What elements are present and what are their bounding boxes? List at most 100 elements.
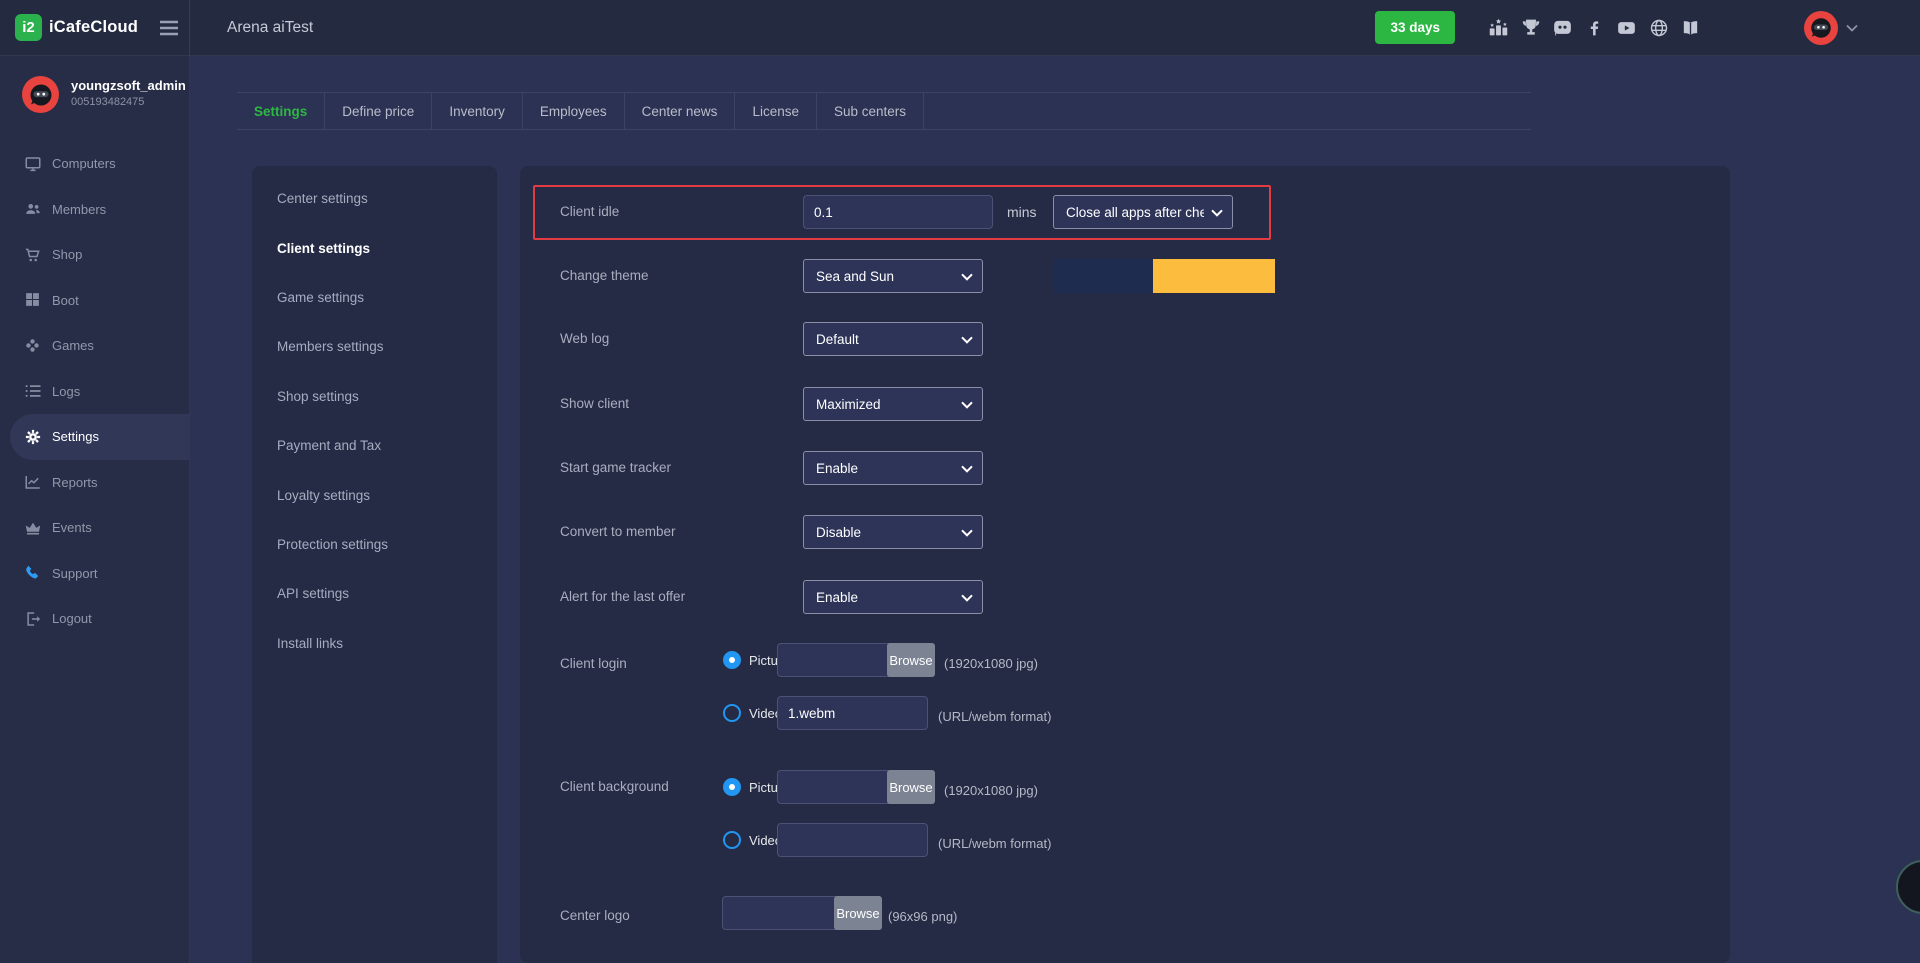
selected-option: Enable — [816, 590, 858, 605]
sidebar-item-logs[interactable]: Logs — [0, 369, 189, 415]
web-log-select[interactable]: Default — [803, 322, 983, 356]
sidebar-item-members[interactable]: Members — [0, 187, 189, 233]
tab-define-price[interactable]: Define price — [325, 93, 432, 129]
convert-to-member-select[interactable]: Disable — [803, 515, 983, 549]
show-client-label: Show client — [560, 396, 629, 411]
chat-widget-collapse-button[interactable]: ‹ — [1896, 860, 1920, 914]
sidebar-item-label: Settings — [52, 429, 99, 444]
gamepad-icon — [24, 337, 42, 355]
alert-last-offer-select[interactable]: Enable — [803, 580, 983, 614]
submenu-payment-and-tax[interactable]: Payment and Tax — [252, 421, 497, 470]
client-login-picture-file-input[interactable]: Browse — [777, 643, 935, 677]
sidebar-user-block: youngzsoft_admin 005193482475 — [0, 56, 189, 130]
user-menu-chevron-icon[interactable] — [1846, 24, 1858, 32]
client-idle-label: Client idle — [560, 204, 619, 219]
sidebar-item-label: Boot — [52, 293, 79, 308]
submenu-center-settings[interactable]: Center settings — [252, 174, 497, 223]
cart-icon — [24, 246, 42, 264]
client-background-label: Client background — [560, 779, 669, 794]
page-title: Arena aiTest — [190, 19, 313, 37]
client-background-picture-browse-button[interactable]: Browse — [887, 770, 935, 804]
user-avatar[interactable] — [1804, 11, 1838, 45]
sidebar-item-label: Shop — [52, 247, 82, 262]
client-login-label: Client login — [560, 656, 627, 671]
trophy-icon[interactable] — [1520, 17, 1541, 38]
show-client-select[interactable]: Maximized — [803, 387, 983, 421]
submenu-api-settings[interactable]: API settings — [252, 569, 497, 618]
youtube-icon[interactable] — [1616, 17, 1637, 38]
sidebar-item-games[interactable]: Games — [0, 323, 189, 369]
guide-book-icon[interactable] — [1680, 17, 1701, 38]
chevron-down-icon — [961, 401, 973, 409]
selected-option: Maximized — [816, 397, 881, 412]
tab-license[interactable]: License — [735, 93, 817, 129]
sidebar-item-computers[interactable]: Computers — [0, 141, 189, 187]
chevron-down-icon — [961, 273, 973, 281]
client-login-video-input[interactable] — [777, 696, 928, 730]
change-theme-select[interactable]: Sea and Sun — [803, 259, 983, 293]
sidebar-item-settings[interactable]: Settings — [10, 414, 189, 460]
sidebar-item-reports[interactable]: Reports — [0, 460, 189, 506]
discord-icon[interactable] — [1552, 17, 1573, 38]
tab-sub-centers[interactable]: Sub centers — [817, 93, 924, 129]
submenu-shop-settings[interactable]: Shop settings — [252, 372, 497, 421]
client-idle-unit: mins — [1007, 204, 1037, 220]
client-idle-input[interactable] — [803, 195, 993, 229]
client-idle-action-select[interactable]: Close all apps after che — [1053, 195, 1233, 229]
sidebar-item-boot[interactable]: Boot — [0, 278, 189, 324]
submenu-client-settings[interactable]: Client settings — [252, 223, 497, 272]
website-globe-icon[interactable] — [1648, 17, 1669, 38]
client-background-video-input[interactable] — [777, 823, 928, 857]
brand-name: iCafeCloud — [49, 18, 138, 37]
client-background-picture-radio[interactable] — [723, 778, 741, 796]
client-settings-form: Client idle mins Close all apps after ch… — [520, 166, 1730, 963]
theme-swatch-yellow — [1153, 259, 1275, 293]
submenu-members-settings[interactable]: Members settings — [252, 322, 497, 371]
client-login-video-radio[interactable] — [723, 704, 741, 722]
leaderboard-icon[interactable] — [1488, 17, 1509, 38]
sidebar-item-label: Games — [52, 338, 94, 353]
tab-employees[interactable]: Employees — [523, 93, 625, 129]
submenu-protection-settings[interactable]: Protection settings — [252, 520, 497, 569]
tab-inventory[interactable]: Inventory — [432, 93, 523, 129]
client-background-video-radio[interactable] — [723, 831, 741, 849]
chevron-down-icon — [961, 594, 973, 602]
logout-icon — [24, 610, 42, 628]
header-icon-row — [1488, 17, 1701, 38]
sidebar-item-label: Logout — [52, 611, 92, 626]
sidebar-item-shop[interactable]: Shop — [0, 232, 189, 278]
sidebar-item-events[interactable]: Events — [0, 505, 189, 551]
client-login-picture-browse-button[interactable]: Browse — [887, 643, 935, 677]
windows-icon — [24, 291, 42, 309]
sidebar-item-logout[interactable]: Logout — [0, 596, 189, 642]
facebook-icon[interactable] — [1584, 17, 1605, 38]
sidebar-user-avatar[interactable] — [22, 76, 59, 113]
sidebar-item-label: Support — [52, 566, 98, 581]
brand-logo[interactable]: i2 iCafeCloud — [0, 14, 148, 41]
client-background-picture-file-input[interactable]: Browse — [777, 770, 935, 804]
client-background-video-hint: (URL/webm format) — [938, 836, 1051, 851]
sidebar-item-support[interactable]: Support — [0, 551, 189, 597]
submenu-game-settings[interactable]: Game settings — [252, 273, 497, 322]
web-log-label: Web log — [560, 331, 609, 346]
client-login-video-hint: (URL/webm format) — [938, 709, 1051, 724]
center-logo-browse-button[interactable]: Browse — [834, 896, 882, 930]
theme-preview-swatches — [1053, 259, 1275, 293]
logo-icon: i2 — [15, 14, 42, 41]
license-days-badge[interactable]: 33 days — [1375, 11, 1455, 44]
start-game-tracker-select[interactable]: Enable — [803, 451, 983, 485]
chevron-down-icon — [961, 529, 973, 537]
theme-swatch-navy — [1053, 259, 1153, 293]
center-tabs: Settings Define price Inventory Employee… — [237, 92, 1531, 130]
list-icon — [24, 382, 42, 400]
center-logo-file-input[interactable]: Browse — [722, 896, 882, 930]
gear-icon — [24, 428, 42, 446]
tab-center-news[interactable]: Center news — [625, 93, 736, 129]
tab-settings[interactable]: Settings — [237, 93, 325, 129]
sidebar-nav: Computers Members Shop Boot Games — [0, 141, 189, 642]
submenu-install-links[interactable]: Install links — [252, 619, 497, 668]
submenu-loyalty-settings[interactable]: Loyalty settings — [252, 470, 497, 519]
client-login-picture-radio[interactable] — [723, 651, 741, 669]
chart-icon — [24, 473, 42, 491]
hamburger-menu-icon[interactable] — [148, 0, 190, 56]
